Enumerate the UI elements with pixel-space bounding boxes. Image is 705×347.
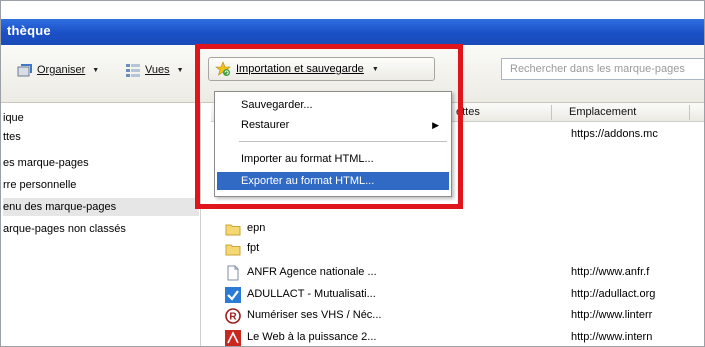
list-item[interactable]: fpt (225, 239, 704, 258)
bookmarks-library-window: thèque Organiser ▼ Vues ▼ Importation et… (0, 0, 705, 347)
check-icon (225, 286, 241, 303)
column-separator[interactable] (689, 105, 690, 120)
sidebar-item-selected[interactable]: enu des marque-pages (3, 198, 199, 216)
search-input[interactable]: Rechercher dans les marque-pages (501, 58, 704, 80)
column-separator[interactable] (551, 105, 552, 120)
list-item[interactable]: Le Web à la puissance 2... http://www.in… (225, 328, 704, 346)
bookmark-name-cell: Le Web à la puissance 2... (225, 328, 377, 346)
views-button[interactable]: Vues ▼ (125, 59, 184, 81)
sidebar-item[interactable]: ique (3, 109, 199, 127)
page-icon (227, 265, 239, 280)
bookmark-location: https://addons.mc (571, 128, 658, 140)
bookmark-name-cell: ANFR Agence nationale ... (225, 263, 377, 282)
list-item[interactable]: ANFR Agence nationale ... http://www.anf… (225, 263, 704, 282)
views-label: Vues (145, 64, 170, 76)
bookmark-name-cell: fpt (225, 239, 259, 258)
bookmark-name: ADULLACT - Mutualisati... (247, 288, 376, 300)
svg-text:R: R (229, 311, 237, 322)
window-title: thèque (7, 23, 51, 38)
organize-icon (17, 64, 32, 77)
bookmark-name: Numériser ses VHS / Néc... (247, 309, 382, 321)
organize-label: Organiser (37, 64, 86, 76)
r-logo-icon: R (225, 307, 241, 324)
sidebar-item-label: es marque-pages (3, 157, 89, 169)
sidebar-item[interactable]: es marque-pages (3, 154, 199, 172)
views-icon (126, 64, 140, 77)
list-item[interactable]: epn (225, 219, 704, 238)
title-bar-strip: thèque (1, 19, 704, 45)
bookmark-name: fpt (247, 242, 260, 254)
folder-icon (225, 224, 241, 235)
sidebar-item-label: enu des marque-pages (3, 201, 117, 213)
bookmark-name: Le Web à la puissance 2... (247, 331, 377, 343)
sidebar-tree: ique ttes es marque-pages rre personnell… (1, 103, 201, 346)
chevron-down-icon: ▼ (176, 66, 184, 74)
bookmark-name: ANFR Agence nationale ... (247, 266, 377, 278)
annotation-highlight-box (195, 44, 463, 209)
chevron-down-icon: ▼ (92, 66, 100, 74)
sidebar-item[interactable]: arque-pages non classés (3, 220, 199, 238)
sidebar-item-label: arque-pages non classés (3, 223, 126, 235)
organize-button[interactable]: Organiser ▼ (17, 59, 99, 81)
bookmark-location: http://www.linterr (571, 309, 653, 321)
bookmark-name: epn (247, 222, 266, 234)
bookmark-location: http://www.anfr.f (571, 266, 650, 278)
title-bar: thèque (1, 1, 704, 45)
bookmark-name-cell: ADULLACT - Mutualisati... (225, 285, 376, 304)
bookmark-name-cell: R Numériser ses VHS / Néc... (225, 306, 381, 325)
list-item[interactable]: ADULLACT - Mutualisati... http://adullac… (225, 285, 704, 304)
list-item[interactable]: R Numériser ses VHS / Néc... http://www.… (225, 306, 704, 325)
sidebar-item[interactable]: rre personnelle (3, 176, 199, 194)
sidebar-item-label: rre personnelle (3, 179, 77, 191)
sidebar-item-label: ttes (3, 131, 21, 143)
sidebar-item-label: ique (3, 112, 24, 124)
location-column-header[interactable]: Emplacement (569, 106, 636, 118)
bookmark-name-cell: epn (225, 219, 265, 238)
folder-icon (225, 244, 241, 255)
bookmark-location: http://www.intern (571, 331, 653, 343)
red-logo-icon (225, 329, 241, 346)
bookmark-location: http://adullact.org (571, 288, 656, 300)
sidebar-item[interactable]: ttes (3, 128, 199, 146)
